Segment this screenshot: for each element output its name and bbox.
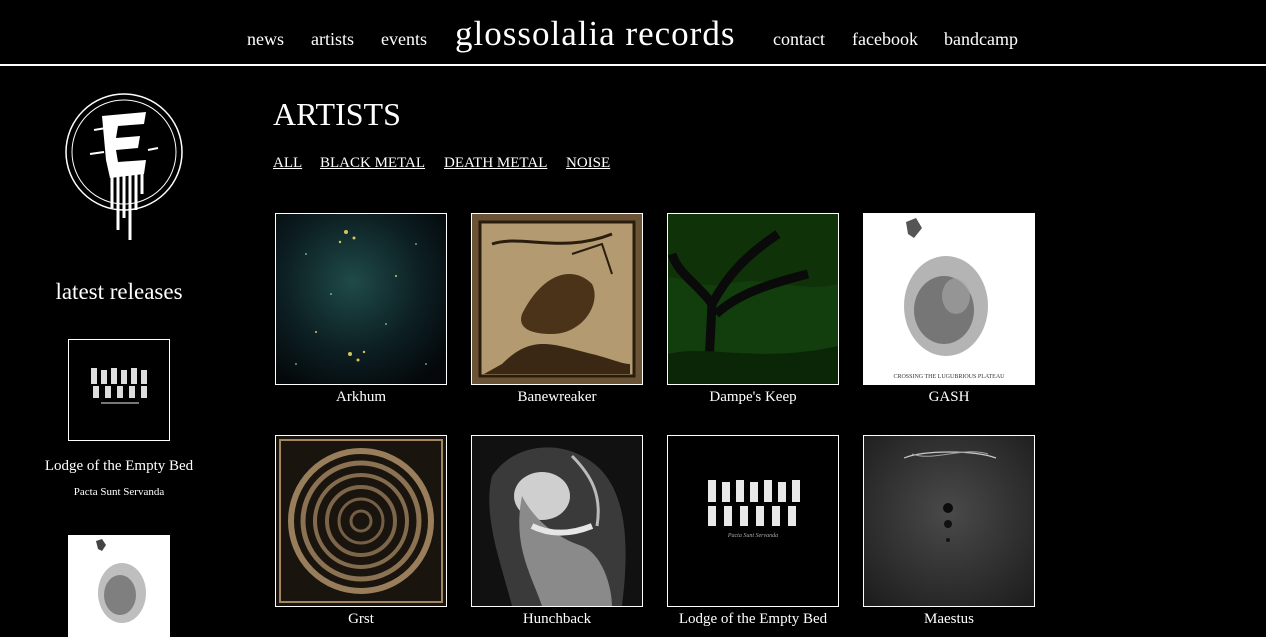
nav-link-news[interactable]: news xyxy=(247,29,284,50)
artist-card-grst[interactable]: Grst xyxy=(275,435,447,628)
nav-link-contact[interactable]: contact xyxy=(773,29,825,50)
latest-releases-heading: latest releases xyxy=(55,279,183,304)
artist-name[interactable]: Banewreaker xyxy=(471,389,643,406)
artist-name[interactable]: Arkhum xyxy=(275,389,447,406)
artist-cover-dampes-keep[interactable] xyxy=(667,213,839,385)
artist-card-maestus[interactable]: Maestus xyxy=(863,435,1035,628)
artist-card-lodge-of-the-empty-bed[interactable]: Pacta Sunt Servanda Lodge of the Empty B… xyxy=(667,435,839,628)
nav-link-artists[interactable]: artists xyxy=(311,29,354,50)
nav-link-events[interactable]: events xyxy=(381,29,427,50)
release-cover-lodge[interactable] xyxy=(68,339,170,441)
artist-card-banewreaker[interactable]: Banewreaker xyxy=(471,213,643,406)
top-navigation: news artists events glossolalia records … xyxy=(0,0,1266,66)
cover-text-gash: CROSSING THE LUGUBRIOUS PLATEAU xyxy=(893,374,1005,380)
sidebar: latest releases Lodge of the Empty Bed P… xyxy=(0,68,240,637)
nav-link-facebook[interactable]: facebook xyxy=(852,29,918,50)
label-logo[interactable] xyxy=(60,90,188,252)
release-artist[interactable]: Lodge of the Empty Bed xyxy=(0,458,238,475)
page-title: ARTISTS xyxy=(273,96,401,132)
artist-cover-gash[interactable] xyxy=(863,213,1035,385)
filter-death-metal[interactable]: DEATH METAL xyxy=(444,155,547,172)
nav-link-bandcamp[interactable]: bandcamp xyxy=(944,29,1018,50)
filter-all[interactable]: ALL xyxy=(273,155,302,172)
release-title: Pacta Sunt Servanda xyxy=(73,486,165,498)
site-title[interactable]: glossolalia records xyxy=(455,14,735,54)
artist-card-gash[interactable]: CROSSING THE LUGUBRIOUS PLATEAU GASH xyxy=(863,213,1035,406)
artist-cover-grst[interactable] xyxy=(275,435,447,607)
artist-name[interactable]: Dampe's Keep xyxy=(667,389,839,406)
cover-text-lodge: Pacta Sunt Servanda xyxy=(727,533,779,539)
artist-card-hunchback[interactable]: Hunchback xyxy=(471,435,643,628)
artist-cover-banewreaker[interactable] xyxy=(471,213,643,385)
artist-cover-maestus[interactable] xyxy=(863,435,1035,607)
release-cover-gash[interactable] xyxy=(68,535,170,637)
artist-name[interactable]: GASH xyxy=(863,389,1035,406)
artist-card-arkhum[interactable]: Arkhum xyxy=(275,213,447,406)
filter-noise[interactable]: NOISE xyxy=(566,155,610,172)
artist-cover-hunchback[interactable] xyxy=(471,435,643,607)
filter-black-metal[interactable]: BLACK METAL xyxy=(320,155,425,172)
artist-cover-lodge-of-the-empty-bed[interactable] xyxy=(667,435,839,607)
artist-card-dampes-keep[interactable]: Dampe's Keep xyxy=(667,213,839,406)
artist-cover-arkhum[interactable] xyxy=(275,213,447,385)
